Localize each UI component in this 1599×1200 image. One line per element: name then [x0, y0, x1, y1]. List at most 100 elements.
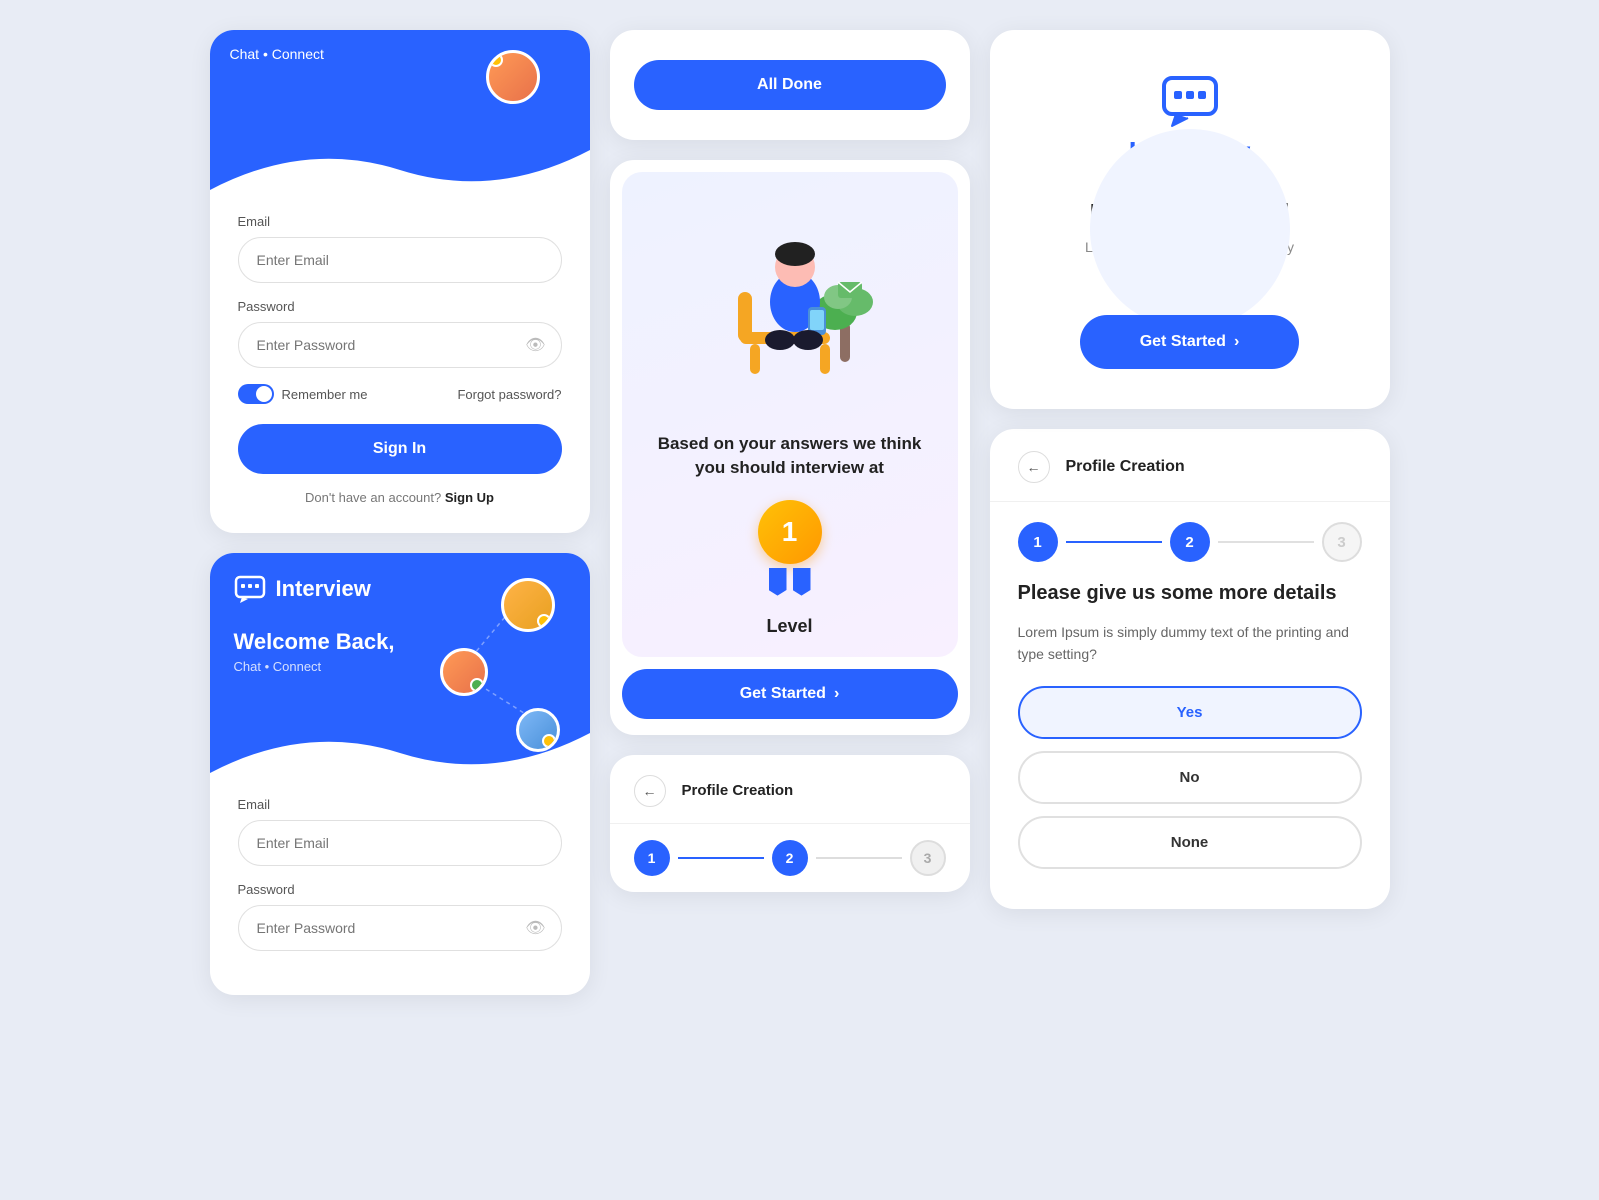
password-label: Password [238, 299, 562, 314]
blue-email-wrap [238, 820, 562, 866]
profile-small-title: Profile Creation [682, 782, 794, 799]
no-account-text: Don't have an account? [305, 490, 441, 505]
arrow-icon: › [834, 685, 839, 703]
back-icon-large: ← [1027, 459, 1041, 475]
status-dot-2 [470, 678, 484, 692]
pc-line-1 [1066, 541, 1162, 543]
medal-wrap: 1 [642, 500, 938, 596]
medal-circle: 1 [758, 500, 822, 564]
blue-wave [210, 723, 590, 773]
result-description: Based on your answers we think you shoul… [642, 432, 938, 480]
pc-header: ← Profile Creation [990, 429, 1390, 502]
get-started-label: Get Started [740, 685, 826, 703]
forgot-password-link[interactable]: Forgot password? [457, 387, 561, 402]
result-get-started-button[interactable]: Get Started › [622, 669, 958, 719]
signup-link[interactable]: Sign Up [445, 490, 494, 505]
result-card: Based on your answers we think you shoul… [610, 160, 970, 735]
column-3: Interview Let's get started Let's connec… [990, 30, 1390, 909]
avatar-1 [486, 50, 540, 104]
remember-toggle[interactable] [238, 384, 274, 404]
email-wrap [238, 237, 562, 283]
get-started-main-arrow: › [1234, 333, 1239, 351]
medal-ribbon [769, 568, 811, 596]
email-input[interactable] [238, 237, 562, 283]
gs-chat-icon [1160, 70, 1220, 130]
eye-icon: 👁 [525, 335, 545, 355]
pc-steps-row: 1 2 3 [990, 502, 1390, 582]
get-started-main-label: Get Started [1140, 333, 1226, 351]
pc-step-2: 2 [1170, 522, 1210, 562]
column-2: All Done [610, 30, 970, 892]
answer-no-label: No [1180, 769, 1200, 786]
avatar-net-2 [440, 648, 488, 696]
back-button-large[interactable]: ← [1018, 451, 1050, 483]
blue-password-label: Password [238, 882, 562, 897]
level-label: Level [642, 616, 938, 637]
blue-login-card: Interview Welcome Back, Chat • Connect [210, 553, 590, 995]
ribbon-left [769, 568, 787, 596]
sign-in-button[interactable]: Sign In [238, 424, 562, 474]
avatar-net-1 [501, 578, 555, 632]
status-dot [489, 53, 503, 67]
gs-bg-shape [1090, 129, 1290, 329]
get-started-main-button[interactable]: Get Started › [1080, 315, 1300, 369]
steps-row-small: 1 2 3 [610, 824, 970, 892]
column-1: Chat • Connect Email Password 👁 [210, 30, 590, 995]
blue-email-label: Email [238, 797, 562, 812]
back-icon-small: ← [643, 783, 657, 799]
done-card: All Done [610, 30, 970, 140]
blue-email-input[interactable] [238, 820, 562, 866]
white-login-card: Chat • Connect Email Password 👁 [210, 30, 590, 533]
blue-password-wrap: 👁 [238, 905, 562, 951]
login-header: Chat • Connect [210, 30, 590, 190]
step-3-small: 3 [910, 840, 946, 876]
blue-login-body: Email Password 👁 [210, 773, 590, 995]
profile-large-card: ← Profile Creation 1 2 3 Please give us … [990, 429, 1390, 909]
status-dot-1 [537, 614, 551, 628]
blue-eye-icon: 👁 [525, 918, 545, 938]
password-wrap: 👁 [238, 322, 562, 368]
pc-body: Please give us some more details Lorem I… [990, 582, 1390, 909]
email-label: Email [238, 214, 562, 229]
ribbon-right [793, 568, 811, 596]
remember-label: Remember me [282, 387, 368, 402]
pc-question: Lorem Ipsum is simply dummy text of the … [1018, 621, 1362, 666]
pc-title: Profile Creation [1066, 458, 1185, 476]
options-row: Remember me Forgot password? [238, 384, 562, 404]
pc-line-2 [1218, 541, 1314, 543]
toggle-knob [256, 386, 272, 402]
answer-no-button[interactable]: No [1018, 751, 1362, 804]
back-button-small[interactable]: ← [634, 775, 666, 807]
pc-step-1: 1 [1018, 522, 1058, 562]
blue-password-input[interactable] [238, 905, 562, 951]
remember-wrap: Remember me [238, 384, 368, 404]
profile-small-card: ← Profile Creation 1 2 3 [610, 755, 970, 892]
answer-none-button[interactable]: None [1018, 816, 1362, 869]
result-footer: Get Started › [610, 669, 970, 735]
step-2-small: 2 [772, 840, 808, 876]
step-line-1-small [678, 857, 764, 859]
wave-decoration [210, 140, 590, 190]
medal-number: 1 [782, 516, 798, 548]
person-illustration [690, 202, 890, 402]
pc-step-3: 3 [1322, 522, 1362, 562]
done-body: All Done [610, 30, 970, 140]
pc-section-title: Please give us some more details [1018, 582, 1362, 605]
step-1-small: 1 [634, 840, 670, 876]
answer-yes-label: Yes [1177, 704, 1203, 721]
header-text: Chat • Connect [230, 46, 324, 62]
gs-btn-wrap: Get Started › [1026, 315, 1354, 369]
answer-none-label: None [1171, 834, 1209, 851]
logo-text: Interview [276, 576, 371, 602]
get-started-card: Interview Let's get started Let's connec… [990, 30, 1390, 409]
blue-header: Interview Welcome Back, Chat • Connect [210, 553, 590, 773]
login-body: Email Password 👁 Remember me Forgot pass… [210, 190, 590, 533]
signup-text: Don't have an account? Sign Up [238, 490, 562, 505]
all-done-button[interactable]: All Done [634, 60, 946, 110]
password-input[interactable] [238, 322, 562, 368]
step-line-2-small [816, 857, 902, 859]
profile-small-header: ← Profile Creation [610, 755, 970, 824]
illustration-area [642, 192, 938, 412]
answer-yes-button[interactable]: Yes [1018, 686, 1362, 739]
chat-icon [234, 573, 266, 605]
